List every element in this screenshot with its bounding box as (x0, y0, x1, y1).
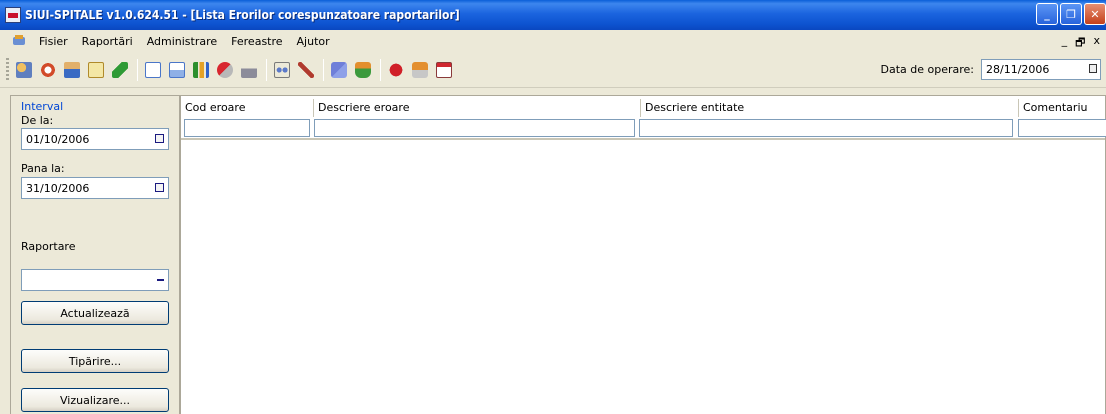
users-button[interactable] (13, 58, 35, 82)
menu-fisier[interactable]: Fisier (32, 35, 75, 48)
column-header-cod-eroare[interactable]: Cod eroare (181, 99, 309, 117)
mdi-minimize-button[interactable]: _ (1062, 34, 1068, 53)
glasses-icon (274, 61, 290, 78)
person-icon (64, 61, 80, 78)
glasses-button[interactable] (271, 58, 293, 82)
person-button[interactable] (61, 58, 83, 82)
menu-raportari[interactable]: Raportări (75, 35, 140, 48)
preview-button[interactable]: Vizualizare... (21, 388, 169, 412)
stamp-icon (241, 61, 257, 78)
medical-cross-icon (388, 61, 404, 78)
wrench-button[interactable] (295, 58, 317, 82)
pill-button[interactable] (214, 58, 236, 82)
menu-ferestre[interactable]: Fereastre (224, 35, 289, 48)
menu-administrare[interactable]: Administrare (140, 35, 224, 48)
wrench-icon (298, 61, 314, 78)
from-date-input[interactable]: 01/10/2006 (21, 128, 169, 150)
document-icon (88, 61, 104, 78)
from-label: De la: (21, 114, 54, 127)
app-icon (5, 7, 21, 23)
check-button[interactable] (328, 58, 350, 82)
image-icon (169, 61, 185, 78)
mdi-close-button[interactable]: x (1093, 34, 1100, 53)
image-button[interactable] (166, 58, 188, 82)
filter-panel: Interval De la: 01/10/2006 Pana la: 31/1… (10, 95, 180, 414)
calendar-button[interactable] (433, 58, 455, 82)
to-label: Pana la: (21, 162, 65, 175)
filter-comentariu-input[interactable] (1018, 119, 1106, 137)
close-button[interactable]: ✕ (1084, 3, 1106, 25)
syringe-icon (412, 61, 428, 78)
toolbar-separator (323, 58, 324, 81)
filter-cod-eroare-input[interactable] (184, 119, 310, 137)
toolbar-separator (137, 58, 138, 81)
dropdown-icon[interactable] (153, 271, 167, 289)
window-controls: _ ❐ ✕ (1036, 3, 1106, 25)
check-icon (331, 61, 347, 78)
stamp-button[interactable] (238, 58, 260, 82)
users-icon (16, 61, 32, 78)
page-icon (145, 61, 161, 78)
calendar-dropdown-icon[interactable] (1089, 64, 1097, 73)
chart-icon (193, 61, 209, 78)
print-button[interactable]: Tipărire... (21, 349, 169, 373)
column-header-descriere-eroare[interactable]: Descriere eroare (313, 99, 636, 117)
title-bar: SIUI-SPITALE v1.0.624.51 - [Lista Eroril… (0, 0, 1106, 30)
calendar-icon[interactable] (155, 134, 164, 143)
menu-bar: Fisier Raportări Administrare Fereastre … (0, 30, 1106, 52)
toolbar-separator (266, 58, 267, 81)
window-title: SIUI-SPITALE v1.0.624.51 - [Lista Eroril… (25, 8, 460, 22)
to-date-input[interactable]: 31/10/2006 (21, 177, 169, 199)
column-header-descriere-entitate[interactable]: Descriere entitate (640, 99, 1016, 117)
toolbar-grip[interactable] (6, 57, 9, 82)
bottle-button[interactable] (352, 58, 374, 82)
operation-date-field[interactable]: 28/11/2006 (981, 59, 1101, 80)
grid-header: Cod eroare Descriere eroare Descriere en… (181, 96, 1106, 140)
medical-button[interactable] (385, 58, 407, 82)
to-date-value: 31/10/2006 (26, 182, 90, 195)
page-button[interactable] (142, 58, 164, 82)
document-button[interactable] (85, 58, 107, 82)
toolbar: Data de operare: 28/11/2006 (0, 52, 1106, 88)
calendar-icon[interactable] (155, 183, 164, 192)
calendar-icon (436, 61, 452, 78)
column-header-comentariu[interactable]: Comentariu (1018, 99, 1106, 117)
refresh-icon (40, 61, 56, 78)
main-area: Interval De la: 01/10/2006 Pana la: 31/1… (0, 95, 1106, 414)
document-menu-icon[interactable] (12, 34, 26, 48)
reporter-label: Raportare (21, 240, 76, 253)
mdi-restore-button[interactable]: 🗗 (1075, 34, 1085, 53)
filter-descriere-eroare-input[interactable] (314, 119, 635, 137)
chart-button[interactable] (190, 58, 212, 82)
interval-label: Interval (21, 100, 64, 113)
from-date-value: 01/10/2006 (26, 133, 90, 146)
filter-descriere-entitate-input[interactable] (639, 119, 1013, 137)
syringe-button[interactable] (409, 58, 431, 82)
pen-icon (112, 61, 128, 78)
errors-grid[interactable]: Cod eroare Descriere eroare Descriere en… (180, 95, 1106, 414)
refresh-button[interactable]: Actualizează (21, 301, 169, 325)
bottle-icon (355, 61, 371, 78)
refresh-button[interactable] (37, 58, 59, 82)
operation-date-value: 28/11/2006 (986, 63, 1050, 76)
pen-button[interactable] (109, 58, 131, 82)
mdi-controls: _ 🗗 x (1062, 34, 1100, 53)
minimize-button[interactable]: _ (1036, 3, 1058, 25)
operation-date-label: Data de operare: (880, 63, 974, 76)
reporter-select[interactable] (21, 269, 169, 291)
menu-ajutor[interactable]: Ajutor (290, 35, 337, 48)
toolbar-separator (380, 58, 381, 81)
restore-button[interactable]: ❐ (1060, 3, 1082, 25)
pill-icon (217, 61, 233, 78)
